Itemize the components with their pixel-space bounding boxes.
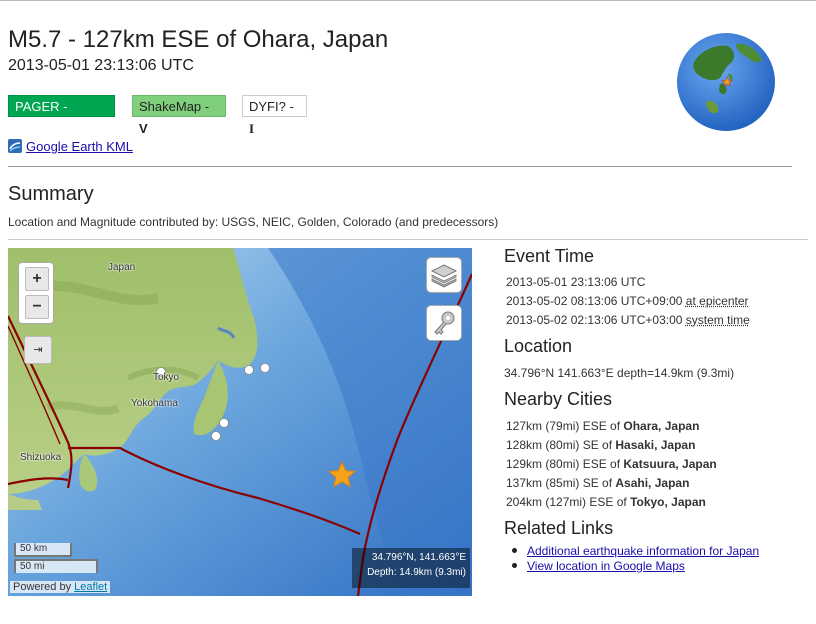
city-name: Tokyo, Japan [630, 495, 706, 509]
layers-button[interactable] [426, 257, 462, 293]
related-links-heading: Related Links [504, 518, 614, 538]
map-label-japan: Japan [108, 262, 136, 273]
google-maps-link[interactable]: View location in Google Maps [527, 559, 685, 573]
event-time-utc: 2013-05-01 23:13:06 UTC [506, 275, 646, 289]
map-label-shizuoka: Shizuoka [20, 452, 62, 463]
city-distance: 129km (80mi) ESE of [506, 457, 624, 471]
city-name: Hasaki, Japan [615, 438, 696, 452]
city-marker[interactable] [219, 418, 229, 428]
city-marker[interactable] [260, 363, 270, 373]
legend-key-button[interactable] [426, 305, 462, 341]
nearby-city-item: 204km (127mi) ESE of Tokyo, Japan [506, 495, 706, 509]
nearby-city-item: 128km (80mi) SE of Hasaki, Japan [506, 438, 695, 452]
divider [8, 166, 792, 167]
powered-by-text: Powered by [13, 581, 75, 593]
event-time-system: 2013-05-02 02:13:06 UTC+03:00 system tim… [506, 313, 750, 327]
kml-row: Google Earth KML [8, 139, 133, 154]
zoom-control: + − [18, 262, 54, 324]
scale-bar-km: 50 km [14, 543, 72, 557]
fullscreen-button[interactable]: ⇥ [24, 336, 52, 364]
nearby-city-item: 129km (80mi) ESE of Katsuura, Japan [506, 457, 717, 471]
city-distance: 127km (79mi) ESE of [506, 419, 624, 433]
city-distance: 204km (127mi) ESE of [506, 495, 631, 509]
summary-heading: Summary [8, 183, 94, 205]
zoom-in-button[interactable]: + [25, 267, 49, 291]
google-earth-kml-link[interactable]: Google Earth KML [26, 139, 133, 154]
map-coordinates: 34.796°N, 141.663°E [371, 552, 466, 563]
bullet-icon [512, 563, 517, 568]
city-marker[interactable] [211, 431, 221, 441]
map-attribution: Powered by Leaflet [10, 581, 111, 593]
nearby-cities-heading: Nearby Cities [504, 389, 613, 409]
event-map[interactable] [8, 248, 472, 596]
globe-icon [677, 33, 775, 131]
key-icon [434, 311, 455, 335]
contributors-text: Location and Magnitude contributed by: U… [8, 215, 499, 229]
shakemap-badge[interactable]: ShakeMap - V [132, 95, 226, 136]
related-link-item: View location in Google Maps [512, 559, 685, 573]
map-label-tokyo: Tokyo [153, 372, 180, 383]
shakemap-level: V [139, 121, 148, 136]
map-label-yokohama: Yokohama [131, 398, 178, 409]
city-name: Asahi, Japan [615, 476, 690, 490]
layers-icon [430, 264, 458, 288]
city-marker[interactable] [244, 365, 254, 375]
top-border [0, 0, 816, 1]
bullet-icon [512, 548, 517, 553]
epicenter-time-value: 2013-05-02 08:13:06 UTC+09:00 [506, 294, 686, 308]
shakemap-label: ShakeMap - [139, 99, 210, 114]
at-epicenter-link[interactable]: at epicenter [686, 294, 749, 308]
event-datetime: 2013-05-01 23:13:06 UTC [8, 57, 194, 74]
nearby-city-item: 127km (79mi) ESE of Ohara, Japan [506, 419, 699, 433]
japan-info-link[interactable]: Additional earthquake information for Ja… [527, 544, 759, 558]
dyfi-level: I [249, 121, 255, 136]
city-distance: 128km (80mi) SE of [506, 438, 616, 452]
dyfi-label: DYFI? - [249, 99, 294, 114]
pager-level: GREEN [15, 124, 55, 136]
nearby-city-item: 137km (85mi) SE of Asahi, Japan [506, 476, 689, 490]
location-text: 34.796°N 141.663°E depth=14.9km (9.3mi) [504, 366, 735, 380]
related-link-item: Additional earthquake information for Ja… [512, 544, 759, 558]
divider [8, 239, 808, 240]
city-name: Ohara, Japan [623, 419, 700, 433]
page-title: M5.7 - 127km ESE of Ohara, Japan [8, 26, 389, 53]
scale-bar-mi: 50 mi [14, 559, 98, 573]
map-depth: Depth: 14.9km (9.3mi) [367, 567, 466, 578]
google-earth-icon [8, 139, 22, 153]
leaflet-link[interactable]: Leaflet [74, 581, 107, 593]
map-canvas[interactable] [8, 248, 472, 596]
event-time-epicenter: 2013-05-02 08:13:06 UTC+09:00 at epicent… [506, 294, 749, 308]
zoom-out-button[interactable]: − [25, 295, 49, 319]
pager-badge[interactable]: PAGER - GREEN [8, 95, 115, 136]
event-time-heading: Event Time [504, 246, 595, 266]
city-distance: 137km (85mi) SE of [506, 476, 616, 490]
system-time-value: 2013-05-02 02:13:06 UTC+03:00 [506, 313, 686, 327]
location-heading: Location [504, 336, 573, 356]
city-name: Katsuura, Japan [623, 457, 717, 471]
pager-label: PAGER - [15, 99, 68, 114]
map-coordinates-box: 34.796°N, 141.663°E Depth: 14.9km (9.3mi… [352, 548, 470, 588]
system-time-link[interactable]: system time [686, 313, 750, 327]
dyfi-badge[interactable]: DYFI? - I [242, 95, 307, 136]
